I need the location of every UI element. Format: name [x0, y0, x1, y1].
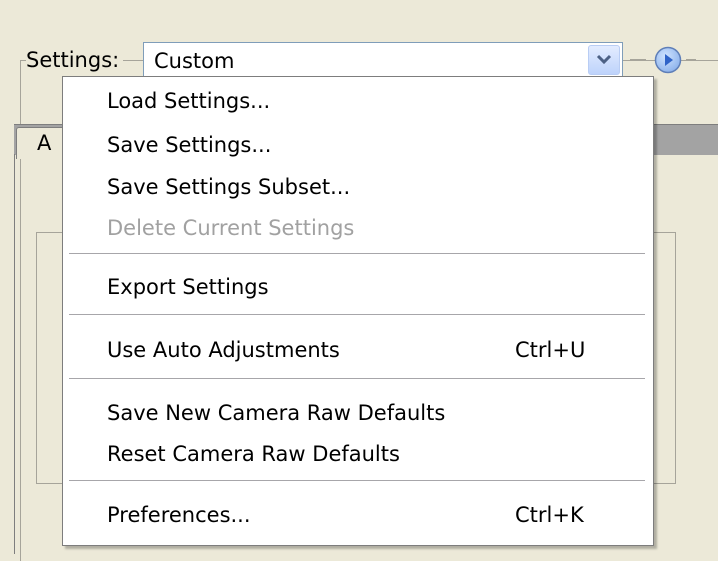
menu-separator	[69, 253, 645, 254]
menu-item-label: Save Settings Subset...	[107, 175, 351, 199]
tab-first-label: A	[37, 131, 52, 155]
play-circle-icon[interactable]	[654, 46, 682, 74]
menu-item-save-new-camera-raw-defaults[interactable]: Save New Camera Raw Defaults	[63, 395, 653, 431]
settings-dropdown[interactable]: Custom	[143, 42, 623, 78]
menu-item-save-settings[interactable]: Save Settings...	[63, 127, 653, 163]
groupbox-line-segment	[630, 59, 646, 60]
settings-dropdown-value: Custom	[154, 49, 235, 73]
menu-item-export-settings[interactable]: Export Settings	[63, 269, 653, 305]
menu-separator	[69, 480, 645, 481]
menu-separator	[69, 378, 645, 379]
groupbox-line-segment	[686, 59, 696, 60]
menu-item-label: Reset Camera Raw Defaults	[107, 442, 400, 466]
settings-label: Settings:	[26, 47, 124, 73]
menu-item-use-auto-adjustments[interactable]: Use Auto Adjustments Ctrl+U	[63, 332, 653, 368]
dropdown-arrow-button[interactable]	[588, 45, 620, 75]
menu-item-label: Export Settings	[107, 275, 269, 299]
menu-item-reset-camera-raw-defaults[interactable]: Reset Camera Raw Defaults	[63, 436, 653, 472]
menu-item-label: Load Settings...	[107, 89, 271, 113]
menu-item-label: Preferences...	[107, 503, 251, 527]
menu-item-load-settings[interactable]: Load Settings...	[63, 83, 653, 119]
menu-item-shortcut: Ctrl+K	[515, 503, 584, 527]
chevron-down-icon	[596, 54, 612, 65]
menu-item-delete-current-settings: Delete Current Settings	[63, 210, 653, 246]
menu-item-label: Save Settings...	[107, 133, 272, 157]
menu-item-shortcut: Ctrl+U	[515, 338, 586, 362]
menu-item-label: Use Auto Adjustments	[107, 338, 340, 362]
menu-separator	[69, 314, 645, 315]
menu-item-label: Delete Current Settings	[107, 216, 355, 240]
settings-menu: Load Settings... Save Settings... Save S…	[62, 76, 654, 546]
menu-item-preferences[interactable]: Preferences... Ctrl+K	[63, 497, 653, 533]
menu-item-save-settings-subset[interactable]: Save Settings Subset...	[63, 169, 653, 205]
menu-item-label: Save New Camera Raw Defaults	[107, 401, 446, 425]
